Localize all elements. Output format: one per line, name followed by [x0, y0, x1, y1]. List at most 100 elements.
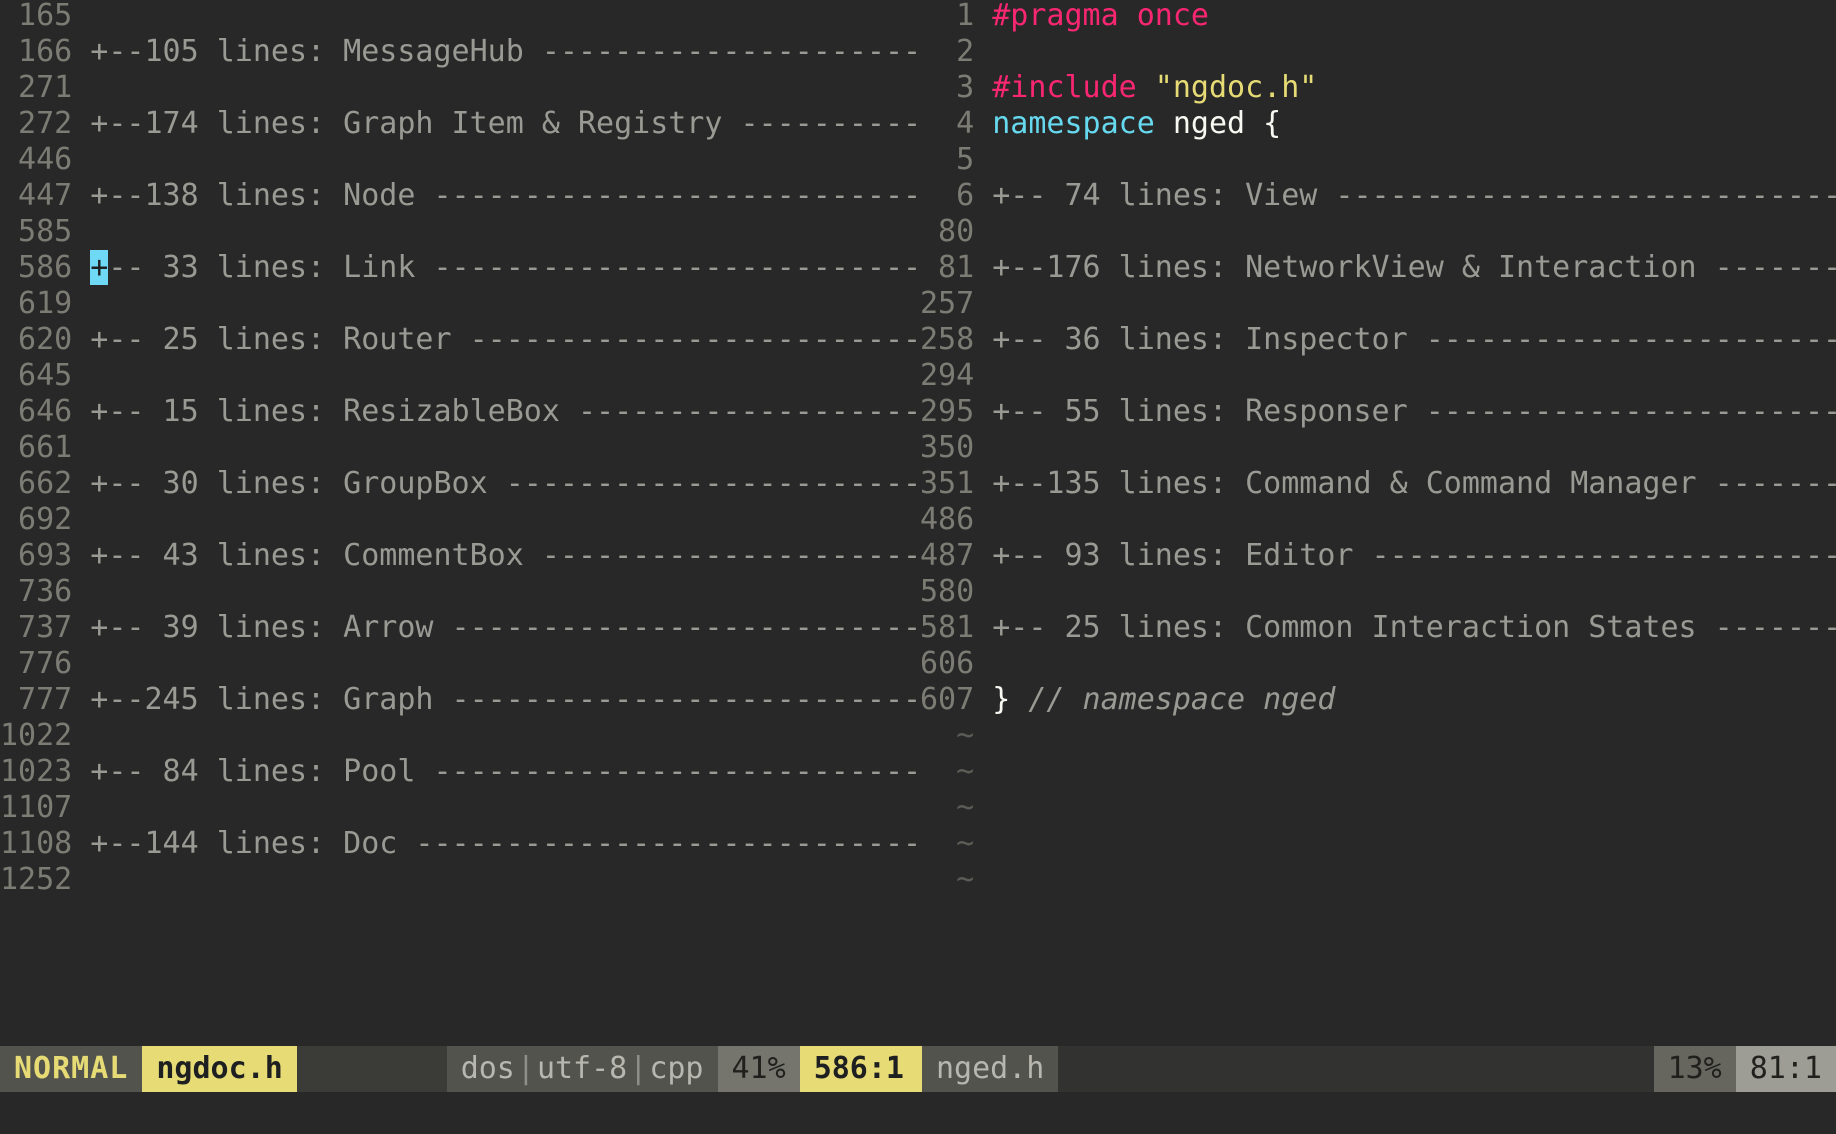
buffer-row[interactable]: 619: [0, 286, 920, 322]
pane-nged-h[interactable]: 1 #pragma once 2 3 #include "ngdoc.h" 4 …: [920, 0, 1836, 1046]
buffer-filler-row[interactable]: ~: [920, 862, 1836, 898]
buffer-row[interactable]: 662 +-- 30 lines: GroupBox -------------…: [0, 466, 920, 502]
buffer-row[interactable]: 5: [920, 142, 1836, 178]
status-percent: 41%: [717, 1046, 800, 1092]
fold-line[interactable]: -- 33 lines: Link ----------------------…: [108, 250, 920, 285]
fold-line[interactable]: +--135 lines: Command & Command Manager …: [992, 466, 1836, 501]
buffer-row[interactable]: 6 +-- 74 lines: View -------------------…: [920, 178, 1836, 214]
gutter-gap: [72, 682, 90, 718]
code-token: "ngdoc.h": [1154, 70, 1318, 105]
status-filename-inactive[interactable]: nged.h: [921, 1046, 1059, 1092]
status-filename[interactable]: ngdoc.h: [142, 1046, 297, 1092]
buffer-row[interactable]: 3 #include "ngdoc.h": [920, 70, 1836, 106]
buffer-row[interactable]: 447 +--138 lines: Node -----------------…: [0, 178, 920, 214]
code-token: #pragma once: [992, 0, 1209, 33]
buffer-row[interactable]: 81 +--176 lines: NetworkView & Interacti…: [920, 250, 1836, 286]
fold-line[interactable]: +--174 lines: Graph Item & Registry ----…: [90, 106, 920, 141]
buffer-row[interactable]: 272 +--174 lines: Graph Item & Registry …: [0, 106, 920, 142]
buffer-row[interactable]: 294: [920, 358, 1836, 394]
status-position-inactive: 81:1: [1735, 1046, 1836, 1092]
buffer-row[interactable]: 585: [0, 214, 920, 250]
fold-line[interactable]: +-- 15 lines: ResizableBox -------------…: [90, 394, 920, 429]
buffer-row[interactable]: 1107: [0, 790, 920, 826]
buffer-row[interactable]: 736: [0, 574, 920, 610]
fold-line[interactable]: +-- 30 lines: GroupBox -----------------…: [90, 466, 920, 501]
buffer-row[interactable]: 166 +--105 lines: MessageHub -----------…: [0, 34, 920, 70]
fold-line[interactable]: +-- 74 lines: View ---------------------…: [992, 178, 1836, 213]
buffer-row[interactable]: 165: [0, 0, 920, 34]
command-line[interactable]: [0, 1092, 1836, 1134]
line-number: 662: [0, 466, 73, 501]
gutter-gap: [72, 34, 90, 70]
gutter-gap: [974, 394, 992, 430]
buffer-row[interactable]: 487 +-- 93 lines: Editor ---------------…: [920, 538, 1836, 574]
editor-panes: 165 166 +--105 lines: MessageHub -------…: [0, 0, 1836, 1046]
statusline-left: NORMAL ngdoc.h dos | utf-8 | cpp 41% 586…: [0, 1046, 918, 1092]
status-fileformat: dos: [460, 1051, 515, 1086]
fold-line[interactable]: +--176 lines: NetworkView & Interaction …: [992, 250, 1836, 285]
buffer-row[interactable]: 777 +--245 lines: Graph ----------------…: [0, 682, 920, 718]
fold-line[interactable]: +--144 lines: Doc ----------------------…: [90, 826, 920, 861]
buffer-row[interactable]: 351 +--135 lines: Command & Command Mana…: [920, 466, 1836, 502]
line-number: 447: [0, 178, 73, 213]
buffer-row[interactable]: 586 +-- 33 lines: Link -----------------…: [0, 250, 920, 286]
buffer-filler-row[interactable]: ~: [920, 790, 1836, 826]
line-number: 736: [0, 574, 73, 609]
buffer-row[interactable]: 258 +-- 36 lines: Inspector ------------…: [920, 322, 1836, 358]
right-pane-lines[interactable]: 1 #pragma once 2 3 #include "ngdoc.h" 4 …: [920, 0, 1836, 898]
line-number: 272: [0, 106, 73, 141]
buffer-row[interactable]: 737 +-- 39 lines: Arrow ----------------…: [0, 610, 920, 646]
buffer-filler-row[interactable]: ~: [920, 718, 1836, 754]
buffer-row[interactable]: 80: [920, 214, 1836, 250]
buffer-row[interactable]: 1252: [0, 862, 920, 898]
line-number: 1: [920, 0, 975, 33]
fold-line[interactable]: +-- 25 lines: Router -------------------…: [90, 322, 920, 357]
fold-line[interactable]: +-- 93 lines: Editor -------------------…: [992, 538, 1836, 573]
fold-line[interactable]: +--138 lines: Node ---------------------…: [90, 178, 920, 213]
buffer-row[interactable]: 580: [920, 574, 1836, 610]
buffer-row[interactable]: 620 +-- 25 lines: Router ---------------…: [0, 322, 920, 358]
fold-line[interactable]: +-- 36 lines: Inspector ----------------…: [992, 322, 1836, 357]
fold-line[interactable]: +-- 84 lines: Pool ---------------------…: [90, 754, 920, 789]
buffer-row[interactable]: 693 +-- 43 lines: CommentBox -----------…: [0, 538, 920, 574]
buffer-row[interactable]: 1108 +--144 lines: Doc -----------------…: [0, 826, 920, 862]
buffer-row[interactable]: 350: [920, 430, 1836, 466]
buffer-row[interactable]: 1023 +-- 84 lines: Pool ----------------…: [0, 754, 920, 790]
buffer-row[interactable]: 692: [0, 502, 920, 538]
buffer-row[interactable]: 2: [920, 34, 1836, 70]
fold-line[interactable]: +-- 43 lines: CommentBox ---------------…: [90, 538, 920, 573]
line-number: 446: [0, 142, 73, 177]
gutter-gap: [72, 106, 90, 142]
line-number: 646: [0, 394, 73, 429]
buffer-row[interactable]: 257: [920, 286, 1836, 322]
buffer-row[interactable]: 646 +-- 15 lines: ResizableBox ---------…: [0, 394, 920, 430]
buffer-row[interactable]: 645: [0, 358, 920, 394]
buffer-row[interactable]: 271: [0, 70, 920, 106]
buffer-row[interactable]: 1 #pragma once: [920, 0, 1836, 34]
fold-line[interactable]: +-- 25 lines: Common Interaction States …: [992, 610, 1836, 645]
buffer-row[interactable]: 4 namespace nged {: [920, 106, 1836, 142]
buffer-row[interactable]: 607 } // namespace nged: [920, 682, 1836, 718]
line-number: 258: [920, 322, 975, 357]
pane-ngdoc-h[interactable]: 165 166 +--105 lines: MessageHub -------…: [0, 0, 920, 1046]
gutter-gap: [974, 430, 992, 466]
left-pane-lines[interactable]: 165 166 +--105 lines: MessageHub -------…: [0, 0, 920, 898]
buffer-filler-row[interactable]: ~: [920, 754, 1836, 790]
fold-line[interactable]: +--105 lines: MessageHub ---------------…: [90, 34, 920, 69]
buffer-row[interactable]: 295 +-- 55 lines: Responser ------------…: [920, 394, 1836, 430]
buffer-row[interactable]: 661: [0, 430, 920, 466]
buffer-row[interactable]: 1022: [0, 718, 920, 754]
gutter-gap: [974, 142, 992, 178]
fold-line[interactable]: +--245 lines: Graph --------------------…: [90, 682, 920, 717]
buffer-row[interactable]: 581 +-- 25 lines: Common Interaction Sta…: [920, 610, 1836, 646]
buffer-filler-row[interactable]: ~: [920, 826, 1836, 862]
line-number: 350: [920, 430, 975, 465]
gutter-gap: [72, 250, 90, 286]
buffer-row[interactable]: 776: [0, 646, 920, 682]
buffer-row[interactable]: 486: [920, 502, 1836, 538]
buffer-row[interactable]: 606: [920, 646, 1836, 682]
fold-line[interactable]: +-- 55 lines: Responser ----------------…: [992, 394, 1836, 429]
gutter-gap: [72, 826, 90, 862]
buffer-row[interactable]: 446: [0, 142, 920, 178]
fold-line[interactable]: +-- 39 lines: Arrow --------------------…: [90, 610, 920, 645]
